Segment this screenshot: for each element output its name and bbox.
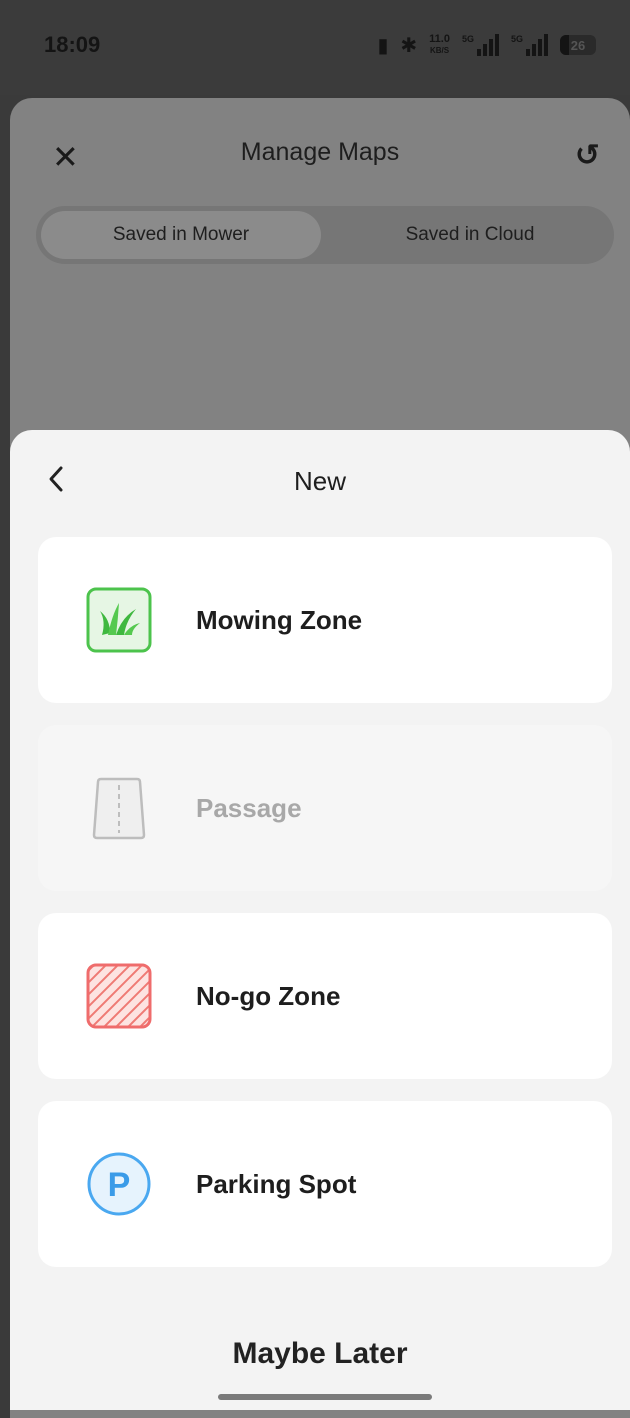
signal-sim2-icon: 5G [511, 34, 548, 56]
manage-maps-header: ✕ Manage Maps ↺ [10, 98, 630, 208]
option-passage: Passage [38, 725, 612, 891]
vibrate-icon: ▮ [377, 34, 389, 57]
signal-sim2-label: 5G [510, 34, 523, 44]
battery-level: 26 [570, 37, 586, 53]
passage-icon [86, 775, 152, 841]
battery-icon: 26 [560, 35, 596, 55]
option-no-go-zone[interactable]: No-go Zone [38, 913, 612, 1079]
network-speed-value: 11.0 [429, 33, 450, 45]
tab-saved-in-cloud[interactable]: Saved in Cloud [326, 206, 614, 264]
signal-sim1-label: 5G [461, 34, 474, 44]
map-source-tabs: Saved in Mower Saved in Cloud [36, 206, 614, 264]
network-speed: 11.0 KB/S [429, 34, 450, 56]
svg-text:P: P [108, 1166, 131, 1204]
status-icons: ▮ ✱ 11.0 KB/S 5G 5G 26 [377, 30, 596, 60]
option-label: Passage [196, 792, 302, 823]
sheet-title: New [293, 466, 346, 496]
option-label: No-go Zone [196, 980, 341, 1011]
home-indicator[interactable] [218, 1394, 432, 1400]
refresh-icon[interactable]: ↺ [575, 138, 600, 173]
status-bar: 18:09 ▮ ✱ 11.0 KB/S 5G 5G 26 [0, 0, 630, 95]
option-label: Mowing Zone [196, 604, 363, 635]
new-item-sheet: New Mowing Zone Passage No-go Zone P Par… [10, 430, 630, 1410]
network-speed-unit: KB/S [430, 46, 450, 55]
page-title: Manage Maps [240, 138, 400, 166]
signal-sim1-icon: 5G [462, 34, 499, 56]
option-label: Parking Spot [196, 1168, 357, 1199]
maybe-later-button[interactable]: Maybe Later [10, 1337, 630, 1371]
option-mowing-zone[interactable]: Mowing Zone [38, 537, 612, 703]
status-time: 18:09 [44, 32, 101, 57]
parking-icon: P [86, 1151, 152, 1217]
option-parking-spot[interactable]: P Parking Spot [38, 1101, 612, 1267]
tab-saved-in-mower[interactable]: Saved in Mower [41, 211, 321, 259]
grass-icon [86, 587, 152, 653]
no-go-zone-icon [86, 963, 152, 1029]
bluetooth-icon: ✱ [400, 34, 418, 57]
